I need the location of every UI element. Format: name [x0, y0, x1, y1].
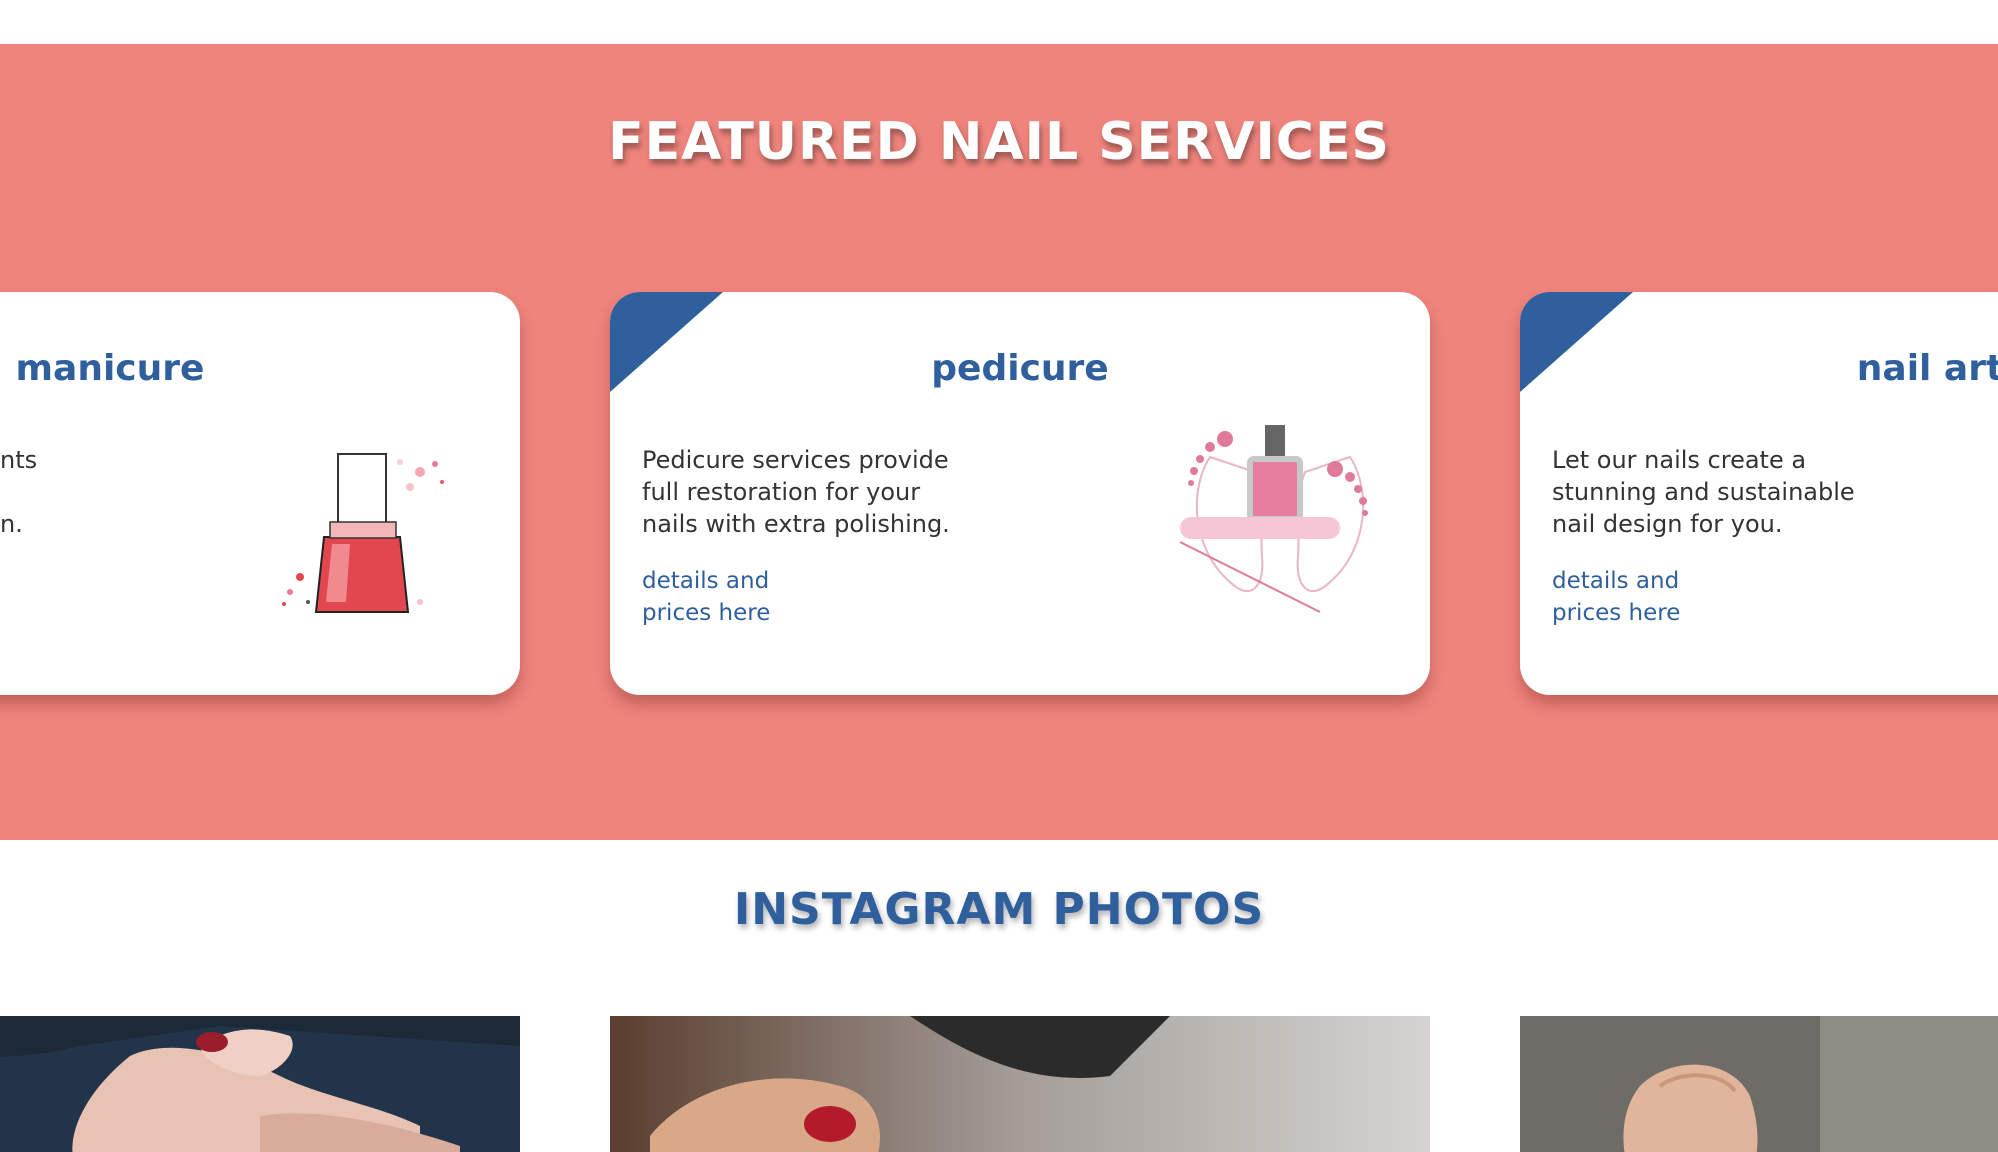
- red-nail-polish-photo: [610, 1016, 1430, 1152]
- instagram-photo-1[interactable]: [0, 1016, 520, 1152]
- card-description-nail-art: Let our nails create a stunning and sust…: [1552, 446, 1855, 538]
- featured-services-section: FEATURED NAIL SERVICES manicure nts n. p…: [0, 44, 1998, 840]
- card-text-fragment-2: n.: [0, 510, 23, 538]
- link-line-2: prices here: [1552, 600, 1681, 626]
- link-line-1: details and: [642, 568, 770, 594]
- page: FEATURED NAIL SERVICES manicure nts n. p…: [0, 0, 1998, 1152]
- card-text-fragment-1: nts: [0, 446, 38, 474]
- pedicure-feet-polish-icon: [1179, 425, 1368, 613]
- details-prices-link-nail-art[interactable]: details and prices here: [1552, 565, 1722, 629]
- manicured-hand-photo: [0, 1016, 520, 1152]
- card-title-pedicure: pedicure: [931, 348, 1109, 389]
- featured-services-title: FEATURED NAIL SERVICES: [608, 112, 1390, 172]
- instagram-photo-2[interactable]: [610, 1016, 1430, 1152]
- card-description-pedicure: Pedicure services provide full restorati…: [642, 446, 950, 538]
- instagram-photo-3[interactable]: [1520, 1016, 1998, 1152]
- service-card-pedicure: pedicure Pedicure services provide full …: [610, 292, 1430, 695]
- details-prices-link-pedicure[interactable]: details and prices here: [642, 565, 812, 629]
- nail-polish-bottle-icon: [282, 453, 444, 613]
- instagram-photos-title: INSTAGRAM PHOTOS: [733, 884, 1265, 935]
- link-line-2: prices here: [642, 600, 771, 626]
- card-title-nail-art: nail art: [1856, 348, 1998, 389]
- service-card-nail-art: nail art Let our nails create a stunning…: [1520, 292, 1998, 695]
- link-line-1: details and: [1552, 568, 1680, 594]
- finger-photo: [1520, 1016, 1998, 1152]
- service-card-manicure: manicure nts n.: [0, 292, 520, 695]
- card-title-manicure: manicure: [15, 348, 205, 389]
